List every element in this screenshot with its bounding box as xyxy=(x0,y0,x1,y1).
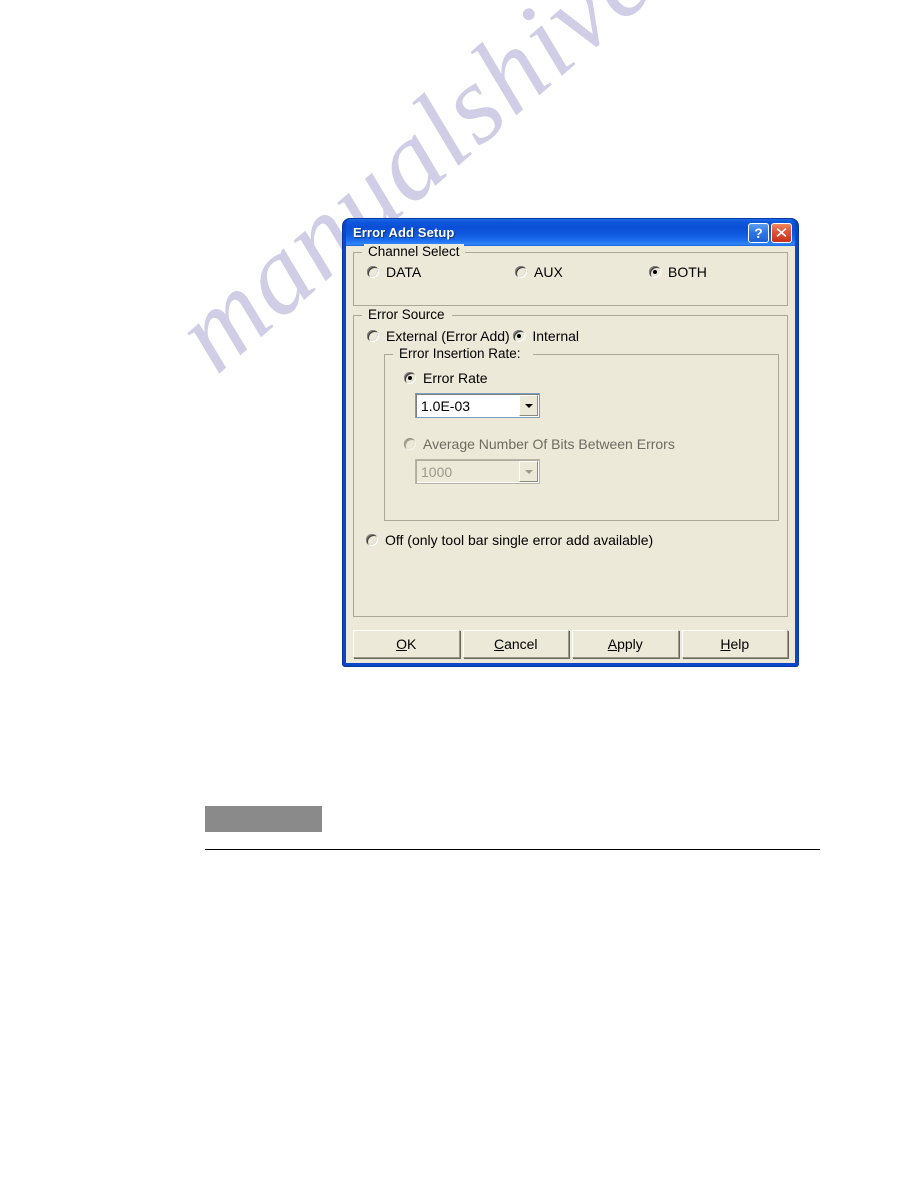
channel-select-group: Channel Select DATA AUX BOTH xyxy=(353,244,788,306)
document-page: manualshive.com Error Add Setup ? Channe… xyxy=(0,0,918,1188)
radio-channel-aux[interactable]: AUX xyxy=(515,264,649,280)
dialog-button-bar: OK Cancel Apply Help xyxy=(353,630,788,658)
question-mark-icon: ? xyxy=(754,224,763,241)
apply-rest: pply xyxy=(617,636,643,652)
error-insertion-rate-group: Error Insertion Rate: Error Rate 1.0E-03 xyxy=(384,346,779,521)
ok-accel: O xyxy=(396,636,408,652)
apply-button[interactable]: Apply xyxy=(572,630,679,658)
radio-label-aux: AUX xyxy=(534,264,563,280)
close-x-icon xyxy=(776,228,787,237)
radio-label-internal: Internal xyxy=(532,328,580,344)
radio-indicator-average-bits xyxy=(404,438,416,450)
chevron-down-icon[interactable] xyxy=(519,395,538,416)
ok-rest: K xyxy=(407,636,417,652)
channel-select-radio-row: DATA AUX BOTH xyxy=(354,264,787,280)
radio-indicator-error-rate xyxy=(404,372,416,384)
radio-label-both: BOTH xyxy=(668,264,707,280)
radio-label-error-rate: Error Rate xyxy=(423,370,488,386)
radio-source-off[interactable]: Off (only tool bar single error add avai… xyxy=(366,532,653,548)
apply-accel: A xyxy=(607,636,618,652)
help-rest: elp xyxy=(730,636,750,652)
error-add-setup-dialog: Error Add Setup ? Channel Select DATA AU… xyxy=(343,219,798,666)
radio-label-average-bits: Average Number Of Bits Between Errors xyxy=(423,436,675,452)
cancel-button[interactable]: Cancel xyxy=(462,630,569,658)
error-rate-value: 1.0E-03 xyxy=(421,397,471,414)
cancel-rest: ancel xyxy=(504,636,538,652)
radio-average-bits[interactable]: Average Number Of Bits Between Errors xyxy=(404,436,675,452)
error-source-body: External (Error Add) Internal Error Inse… xyxy=(354,315,787,549)
dialog-title-bar[interactable]: Error Add Setup ? xyxy=(346,219,795,246)
dialog-client-area: Channel Select DATA AUX BOTH Error Sourc… xyxy=(346,244,795,663)
redaction-block xyxy=(205,806,322,832)
error-insertion-rate-legend: Error Insertion Rate: xyxy=(395,346,525,361)
radio-indicator-both xyxy=(649,266,661,278)
radio-indicator-off xyxy=(366,534,378,546)
average-bits-combobox: 1000 xyxy=(415,459,540,484)
channel-select-legend: Channel Select xyxy=(364,244,464,259)
help-icon-button[interactable]: ? xyxy=(748,222,769,243)
radio-source-external[interactable]: External (Error Add) xyxy=(367,328,510,344)
radio-label-off: Off (only tool bar single error add avai… xyxy=(385,532,654,548)
page-horizontal-rule xyxy=(205,849,820,850)
radio-label-external: External (Error Add) xyxy=(386,328,510,344)
ok-button[interactable]: OK xyxy=(353,630,460,658)
radio-indicator-aux xyxy=(515,266,527,278)
error-source-group: Error Source External (Error Add) Intern… xyxy=(353,307,788,617)
help-accel: H xyxy=(720,636,731,652)
error-source-legend: Error Source xyxy=(364,307,449,322)
close-button[interactable] xyxy=(771,222,792,243)
error-insertion-rate-body: Error Rate 1.0E-03 Average Number Of Bit… xyxy=(385,354,778,484)
radio-channel-both[interactable]: BOTH xyxy=(649,264,707,280)
error-rate-combobox[interactable]: 1.0E-03 xyxy=(415,393,540,418)
radio-label-data: DATA xyxy=(386,264,422,280)
help-button[interactable]: Help xyxy=(681,630,788,658)
radio-error-rate[interactable]: Error Rate xyxy=(404,370,488,386)
radio-indicator-data xyxy=(367,266,379,278)
chevron-down-icon xyxy=(519,461,538,482)
radio-source-internal[interactable]: Internal xyxy=(513,328,579,344)
radio-indicator-internal xyxy=(513,330,526,342)
radio-indicator-external xyxy=(367,330,379,342)
cancel-accel: C xyxy=(493,636,505,652)
dialog-title: Error Add Setup xyxy=(353,225,455,240)
title-bar-buttons: ? xyxy=(748,222,792,243)
average-bits-value: 1000 xyxy=(421,463,453,480)
radio-channel-data[interactable]: DATA xyxy=(354,264,515,280)
